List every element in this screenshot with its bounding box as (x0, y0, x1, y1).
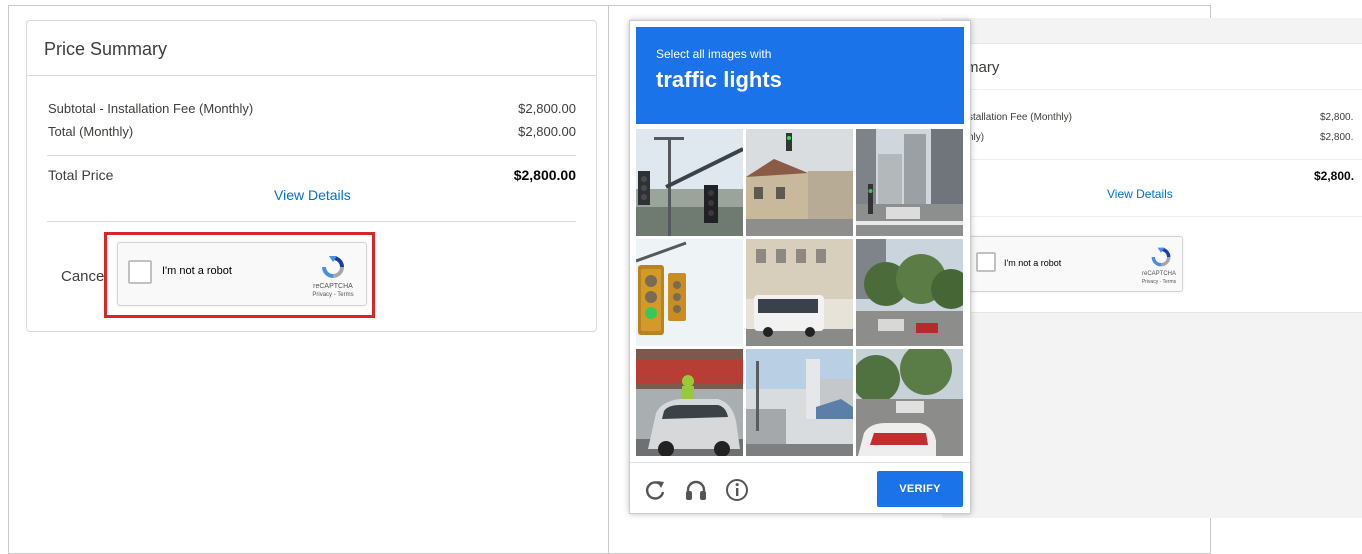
challenge-tile[interactable] (746, 239, 853, 346)
price-summary-card: Price Summary Subtotal - Installation Fe… (26, 20, 597, 332)
recaptcha-checkbox[interactable] (976, 252, 996, 272)
audio-icon[interactable] (683, 477, 709, 503)
divider (630, 462, 970, 463)
row-label: Total (Monthly) (48, 124, 134, 139)
background-price-summary-card: mary stallation Fee (Monthly) hly) $2,80… (942, 43, 1362, 313)
challenge-tile[interactable] (636, 349, 743, 456)
summary-row-total-monthly: Total (Monthly) $2,800.00 (48, 124, 576, 139)
left-panel: Price Summary Subtotal - Installation Fe… (8, 5, 608, 554)
info-icon[interactable] (724, 477, 750, 503)
challenge-tile[interactable] (636, 129, 743, 236)
challenge-tile[interactable] (636, 239, 743, 346)
total-price-value-partial: $2,800. (1314, 169, 1355, 183)
divider (47, 155, 576, 156)
challenge-tile[interactable] (856, 349, 963, 456)
recaptcha-widget: I'm not a robot reCAPTCHA Privacy - Term… (968, 236, 1183, 292)
recaptcha-terms-link[interactable]: Privacy - Terms (1129, 279, 1189, 285)
challenge-tile[interactable] (746, 349, 853, 456)
recaptcha-challenge-popup: Select all images with traffic lights VE… (629, 20, 971, 514)
challenge-tile[interactable] (856, 129, 963, 236)
row-value-partial: $2,800. (1320, 112, 1354, 123)
challenge-target: traffic lights (656, 67, 782, 92)
row-value: $2,800.00 (518, 101, 576, 116)
challenge-tile[interactable] (746, 129, 853, 236)
view-details-link[interactable]: View Details (274, 187, 351, 203)
row-label: Subtotal - Installation Fee (Monthly) (48, 101, 254, 116)
verify-button[interactable]: VERIFY (877, 471, 963, 507)
card-title: Price Summary (44, 39, 168, 59)
recaptcha-logo-icon (1151, 247, 1171, 267)
challenge-tile[interactable] (856, 239, 963, 346)
summary-row-subtotal: Subtotal - Installation Fee (Monthly) $2… (48, 101, 576, 116)
total-price-value: $2,800.00 (513, 167, 576, 183)
view-details-link[interactable]: View Details (1107, 187, 1173, 201)
row-value: $2,800.00 (518, 124, 576, 139)
challenge-header: Select all images with traffic lights (636, 27, 964, 124)
row-value-partial: $2,800. (1320, 132, 1354, 143)
divider (47, 221, 576, 222)
recaptcha-label: I'm not a robot (1004, 258, 1062, 268)
challenge-image-grid (636, 129, 964, 459)
challenge-instruction: Select all images with (656, 47, 772, 61)
divider (27, 75, 596, 76)
summary-row-total-price: Total Price $2,800.00 (48, 167, 576, 183)
total-price-label: Total Price (48, 167, 114, 183)
reload-icon[interactable] (642, 477, 668, 503)
card-title-partial: mary (966, 59, 1000, 76)
row-label-partial: stallation Fee (Monthly) (968, 112, 1072, 123)
recaptcha-brand: reCAPTCHA (1141, 271, 1176, 277)
divider (962, 216, 1362, 217)
recaptcha-highlight-box (104, 232, 375, 318)
divider (942, 89, 1362, 90)
divider (962, 159, 1362, 160)
cancel-button[interactable]: Cancel (61, 268, 108, 285)
